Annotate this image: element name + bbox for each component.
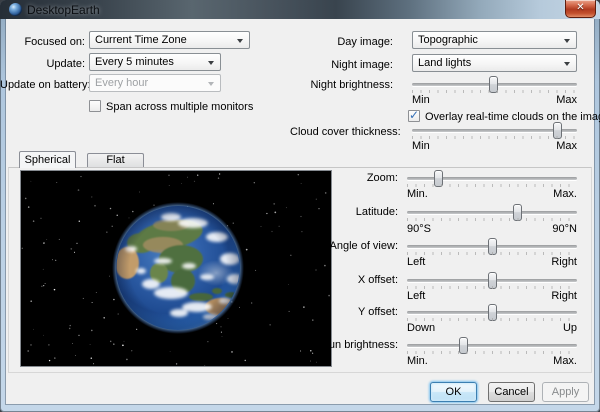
chevron-down-icon	[208, 82, 214, 86]
focused-on-select[interactable]: Current Time Zone	[89, 31, 250, 49]
cloud-cover-max-label: Max	[412, 140, 577, 152]
chevron-down-icon	[564, 39, 570, 43]
angle-of-view-max-label: Right	[407, 256, 577, 268]
tab-spherical[interactable]: Spherical	[19, 151, 76, 168]
x-offset-ticks	[407, 286, 577, 289]
focused-on-value: Current Time Zone	[95, 34, 187, 46]
latitude-max-label: 90°N	[407, 223, 577, 235]
sun-brightness-label: Sun brightness:	[300, 339, 398, 351]
day-image-label: Day image:	[290, 36, 393, 48]
latitude-slider[interactable]	[407, 211, 577, 214]
update-label: Update:	[0, 58, 85, 70]
cloud-cover-ticks	[412, 136, 577, 139]
span-monitors-checkbox[interactable]	[89, 100, 101, 112]
sun-brightness-ticks	[407, 351, 577, 354]
span-monitors-label[interactable]: Span across multiple monitors	[106, 101, 253, 113]
sun-brightness-max-label: Max.	[407, 355, 577, 367]
tab-flat[interactable]: Flat	[87, 153, 144, 167]
update-on-battery-value: Every hour	[95, 77, 148, 89]
earth-preview	[20, 170, 332, 367]
y-offset-ticks	[407, 318, 577, 321]
focused-on-label: Focused on:	[0, 36, 85, 48]
latitude-label: Latitude:	[300, 206, 398, 218]
x-offset-slider[interactable]	[407, 279, 577, 282]
x-offset-max-label: Right	[407, 290, 577, 302]
checkmark-icon: ✓	[409, 108, 419, 122]
earth-globe-image	[21, 171, 331, 366]
chevron-down-icon	[237, 39, 243, 43]
cloud-cover-label: Cloud cover thickness:	[290, 126, 393, 138]
chevron-down-icon	[564, 62, 570, 66]
zoom-label: Zoom:	[300, 172, 398, 184]
update-value: Every 5 minutes	[95, 56, 174, 68]
overlay-clouds-label[interactable]: Overlay real-time clouds on the image	[425, 111, 600, 123]
night-image-value: Land lights	[418, 57, 471, 69]
update-on-battery-select: Every hour	[89, 74, 221, 92]
night-image-label: Night image:	[290, 59, 393, 71]
night-image-select[interactable]: Land lights	[412, 54, 577, 72]
update-select[interactable]: Every 5 minutes	[89, 53, 221, 71]
cloud-cover-slider[interactable]	[412, 129, 577, 132]
update-on-battery-label: Update on battery:	[0, 79, 85, 91]
zoom-max-label: Max.	[407, 188, 577, 200]
zoom-slider[interactable]	[407, 177, 577, 180]
ok-button[interactable]: OK	[430, 382, 477, 402]
apply-button: Apply	[542, 382, 589, 402]
overlay-clouds-checkbox[interactable]: ✓	[408, 110, 420, 122]
desktopearth-dialog: DesktopEarth ✕ Focused on: Current Time …	[0, 0, 600, 412]
night-brightness-slider[interactable]	[412, 83, 577, 86]
latitude-ticks	[407, 218, 577, 221]
night-brightness-ticks	[412, 90, 577, 93]
x-offset-label: X offset:	[300, 274, 398, 286]
y-offset-max-label: Up	[407, 322, 577, 334]
day-image-value: Topographic	[418, 34, 478, 46]
angle-of-view-ticks	[407, 252, 577, 255]
angle-of-view-label: Angle of view:	[300, 240, 398, 252]
night-brightness-label: Night brightness:	[290, 79, 393, 91]
y-offset-slider[interactable]	[407, 311, 577, 314]
angle-of-view-slider[interactable]	[407, 245, 577, 248]
cancel-button[interactable]: Cancel	[488, 382, 535, 402]
y-offset-label: Y offset:	[300, 306, 398, 318]
night-brightness-max-label: Max	[412, 94, 577, 106]
zoom-ticks	[407, 184, 577, 187]
day-image-select[interactable]: Topographic	[412, 31, 577, 49]
sun-brightness-slider[interactable]	[407, 344, 577, 347]
chevron-down-icon	[208, 61, 214, 65]
